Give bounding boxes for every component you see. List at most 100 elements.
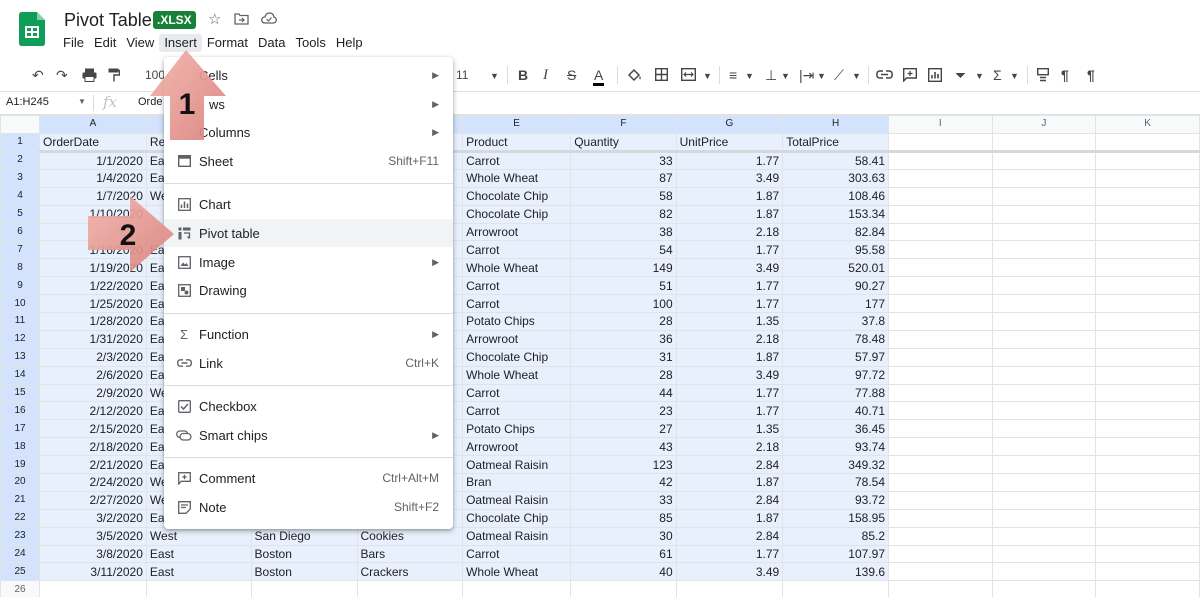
row-header[interactable]: 19: [0, 455, 40, 475]
cell[interactable]: Whole Wheat: [462, 365, 572, 385]
row-header[interactable]: 22: [0, 508, 40, 528]
cell[interactable]: [1095, 508, 1200, 528]
row-header[interactable]: 7: [0, 240, 40, 260]
cell[interactable]: 1.77: [675, 401, 784, 421]
menu-item-link[interactable]: Link Ctrl+K: [164, 349, 453, 377]
cell[interactable]: 28: [570, 365, 677, 385]
cell[interactable]: [1095, 544, 1200, 564]
row-header[interactable]: 20: [0, 473, 40, 492]
redo-icon[interactable]: ↷: [56, 67, 68, 83]
cell[interactable]: 30: [570, 526, 677, 546]
cell[interactable]: 1/4/2020: [39, 168, 147, 188]
cell[interactable]: 3/5/2020: [39, 526, 147, 546]
cell[interactable]: Chocolate Chip: [462, 186, 572, 206]
cell[interactable]: 2.18: [675, 222, 784, 242]
cell[interactable]: [991, 455, 1097, 475]
cell[interactable]: [991, 132, 1097, 153]
cell[interactable]: 1.87: [675, 473, 784, 492]
cell[interactable]: 1.87: [675, 508, 784, 528]
cell[interactable]: [1095, 580, 1200, 597]
cell[interactable]: 2/21/2020: [39, 455, 147, 475]
cell[interactable]: [570, 580, 677, 597]
cell[interactable]: 2/27/2020: [39, 490, 147, 510]
cell[interactable]: [356, 580, 464, 597]
cell[interactable]: 31: [570, 347, 677, 367]
cell[interactable]: 349.32: [782, 455, 889, 475]
column-header-e[interactable]: E: [462, 115, 572, 134]
menu-item-smart-chips[interactable]: Smart chips ▶: [164, 421, 453, 449]
cell[interactable]: Bran: [462, 473, 572, 492]
cell[interactable]: [888, 455, 993, 475]
cell[interactable]: [991, 276, 1097, 296]
cell[interactable]: 1.77: [675, 276, 784, 296]
cell[interactable]: 23: [570, 401, 677, 421]
cell[interactable]: [1095, 490, 1200, 510]
borders-icon[interactable]: [655, 68, 668, 81]
menu-edit[interactable]: Edit: [89, 34, 121, 52]
cell[interactable]: Oatmeal Raisin: [462, 526, 572, 546]
cell[interactable]: [39, 580, 147, 597]
cell[interactable]: Bars: [356, 544, 464, 564]
cell[interactable]: [991, 347, 1097, 367]
cell[interactable]: [1095, 383, 1200, 403]
cell[interactable]: Quantity: [570, 132, 677, 153]
cell[interactable]: [888, 186, 993, 206]
cell[interactable]: [1095, 347, 1200, 367]
cell[interactable]: 1.87: [675, 347, 784, 367]
cell[interactable]: 2/9/2020: [39, 383, 147, 403]
cell[interactable]: Boston: [250, 562, 358, 582]
cell[interactable]: 3/8/2020: [39, 544, 147, 564]
cell[interactable]: [888, 383, 993, 403]
cell[interactable]: 43: [570, 437, 677, 457]
row-header[interactable]: 6: [0, 222, 40, 242]
menu-item-comment[interactable]: Comment Ctrl+Alt+M: [164, 464, 453, 492]
cell[interactable]: 95.58: [782, 240, 889, 260]
cell[interactable]: Whole Wheat: [462, 258, 572, 278]
vertical-align-icon[interactable]: ⊥: [765, 67, 777, 83]
insert-chart-icon[interactable]: [928, 68, 942, 82]
cell[interactable]: 107.97: [782, 544, 889, 564]
cell[interactable]: 2.84: [675, 526, 784, 546]
cell[interactable]: 27: [570, 419, 677, 439]
cell[interactable]: 40: [570, 562, 677, 582]
row-header[interactable]: 3: [0, 168, 40, 188]
cell[interactable]: [991, 508, 1097, 528]
cell[interactable]: Product: [462, 132, 572, 153]
cell[interactable]: [888, 347, 993, 367]
cell[interactable]: 153.34: [782, 204, 889, 224]
undo-icon[interactable]: ↶: [32, 67, 44, 83]
cell[interactable]: 1.87: [675, 186, 784, 206]
cell[interactable]: 3/11/2020: [39, 562, 147, 582]
menu-file[interactable]: File: [58, 34, 89, 52]
cell[interactable]: 1/22/2020: [39, 276, 147, 296]
cell[interactable]: [991, 419, 1097, 439]
row-header[interactable]: 13: [0, 347, 40, 367]
italic-button[interactable]: I: [543, 67, 548, 83]
cell[interactable]: Oatmeal Raisin: [462, 455, 572, 475]
fill-color-icon[interactable]: [627, 67, 642, 82]
menu-item-pivot-table[interactable]: Pivot table: [164, 219, 453, 247]
cell[interactable]: 97.72: [782, 365, 889, 385]
select-all-corner[interactable]: [0, 115, 40, 134]
functions-icon[interactable]: Σ: [993, 67, 1002, 83]
cell[interactable]: 77.88: [782, 383, 889, 403]
row-header[interactable]: 4: [0, 186, 40, 206]
cell[interactable]: UnitPrice: [675, 132, 784, 153]
cell[interactable]: Carrot: [462, 401, 572, 421]
menu-item-image[interactable]: Image ▶: [164, 248, 453, 276]
cell[interactable]: 61: [570, 544, 677, 564]
cell[interactable]: 1.77: [675, 150, 784, 170]
cell[interactable]: Chocolate Chip: [462, 508, 572, 528]
cell[interactable]: [1095, 562, 1200, 582]
cell[interactable]: 1.87: [675, 204, 784, 224]
cell[interactable]: [991, 401, 1097, 421]
column-header-i[interactable]: I: [888, 115, 993, 134]
cell[interactable]: [1095, 132, 1200, 153]
cell[interactable]: [1095, 294, 1200, 314]
row-header[interactable]: 26: [0, 580, 40, 597]
cell[interactable]: [888, 580, 993, 597]
cell[interactable]: [888, 258, 993, 278]
align-left-icon[interactable]: ≡: [729, 67, 737, 83]
cell[interactable]: [1095, 276, 1200, 296]
cell[interactable]: 1.35: [675, 312, 784, 331]
